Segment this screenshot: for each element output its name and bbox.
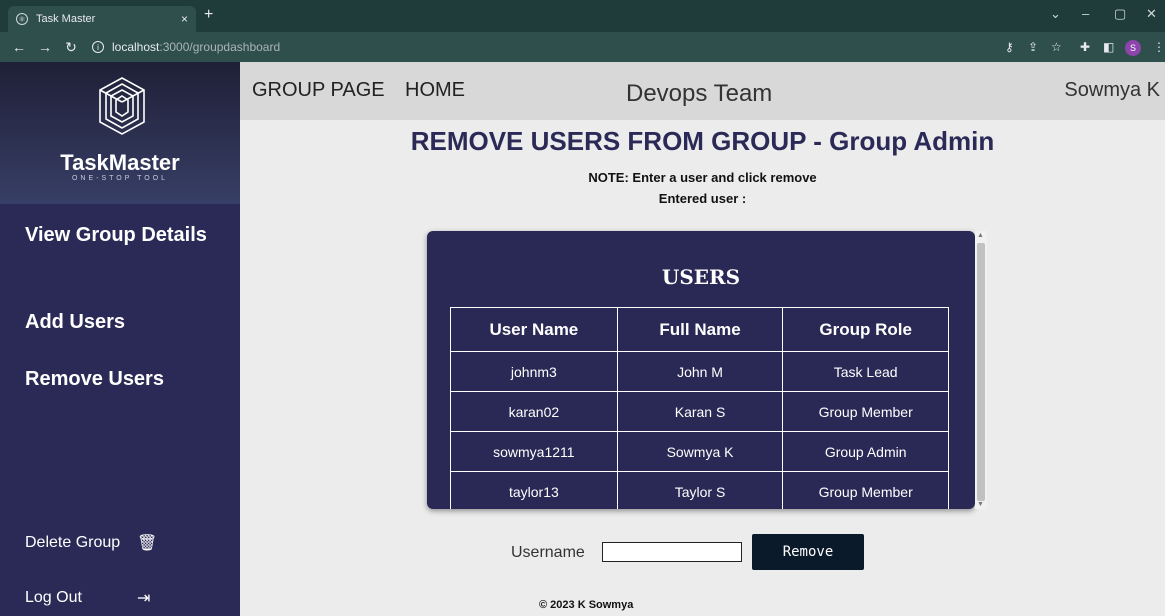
nav-group-page[interactable]: GROUP PAGE — [252, 79, 385, 102]
taskmaster-logo-icon — [99, 77, 145, 135]
users-title: USERS — [661, 265, 741, 289]
forward-icon[interactable]: → — [38, 39, 52, 55]
side-panel-icon[interactable]: ◧ — [1103, 40, 1114, 54]
cell-full-name: Taylor S — [616, 471, 784, 509]
cell-full-name: John M — [616, 351, 784, 392]
cell-group-role: Group Admin — [782, 431, 949, 472]
sidebar-item-view-group-details[interactable]: View Group Details — [25, 223, 215, 247]
nav-home[interactable]: HOME — [405, 79, 465, 102]
panel-scrollbar[interactable]: ▲ ▼ — [975, 231, 987, 509]
sidebar: TaskMaster ONE-STOP TOOL View Group Deta… — [0, 62, 240, 616]
cell-user-name: karan02 — [450, 391, 618, 432]
new-tab-button[interactable]: + — [204, 6, 213, 24]
cell-group-role: Group Member — [782, 471, 949, 509]
trash-icon: 🗑 — [137, 535, 158, 552]
extensions-icon[interactable]: ✚ — [1080, 40, 1090, 54]
close-tab-icon[interactable]: × — [181, 12, 188, 26]
react-favicon-icon: ⚛ — [16, 13, 28, 25]
reload-icon[interactable]: ↻ — [64, 39, 78, 56]
logout-icon: ⇥ — [137, 590, 151, 607]
scroll-down-icon[interactable]: ▼ — [977, 501, 984, 508]
remove-button[interactable]: Remove — [752, 534, 864, 570]
table-header-row: User Name Full Name Group Role — [450, 307, 949, 352]
profile-avatar[interactable]: S — [1125, 40, 1141, 56]
table-row: sowmya1211 Sowmya K Group Admin — [450, 431, 949, 472]
restore-icon[interactable]: ▢ — [1114, 6, 1126, 22]
cell-user-name: sowmya1211 — [450, 431, 618, 472]
scroll-up-icon[interactable]: ▲ — [977, 232, 984, 239]
column-header-full-name: Full Name — [616, 307, 784, 352]
cell-group-role: Task Lead — [782, 351, 949, 392]
tab-search-icon[interactable]: ⌄ — [1050, 6, 1061, 22]
close-window-icon[interactable]: ✕ — [1146, 6, 1157, 22]
brand-name: TaskMaster — [60, 150, 180, 175]
brand-header: TaskMaster ONE-STOP TOOL — [0, 62, 240, 204]
scrollbar-thumb[interactable] — [977, 243, 985, 501]
entered-user-text: Entered user : — [658, 191, 747, 206]
menu-dots-icon[interactable]: ⋮ — [1153, 40, 1165, 54]
url-field[interactable]: i localhost:3000/groupdashboard — [92, 40, 280, 54]
table-row: karan02 Karan S Group Member — [450, 391, 949, 432]
delete-group-label: Delete Group — [25, 534, 121, 551]
cell-full-name: Sowmya K — [616, 431, 784, 472]
share-icon[interactable]: ⇪ — [1028, 40, 1038, 54]
column-header-user-name: User Name — [450, 307, 618, 352]
note-text: NOTE: Enter a user and click remove — [588, 170, 817, 185]
cell-group-role: Group Member — [782, 391, 949, 432]
key-icon[interactable]: ⚷ — [1005, 40, 1014, 54]
url-path: :3000/groupdashboard — [159, 40, 281, 54]
delete-group-link[interactable]: Delete Group 🗑 — [25, 534, 157, 552]
sidebar-item-remove-users[interactable]: Remove Users — [25, 367, 215, 391]
page-title: REMOVE USERS FROM GROUP - Group Admin — [410, 126, 995, 156]
site-info-icon[interactable]: i — [92, 41, 104, 53]
address-bar: ← → ↻ i localhost:3000/groupdashboard — [0, 32, 1165, 62]
cell-full-name: Karan S — [616, 391, 784, 432]
brand-tagline: ONE-STOP TOOL — [71, 175, 169, 182]
sidebar-item-add-users[interactable]: Add Users — [25, 310, 215, 334]
cell-user-name: taylor13 — [450, 471, 618, 509]
user-name: Sowmya K — [1064, 79, 1160, 101]
table-row: taylor13 Taylor S Group Member — [450, 471, 949, 509]
group-name: Devops Team — [626, 80, 773, 107]
users-panel: USERS User Name Full Name Group Role joh… — [427, 231, 975, 509]
tab-title: Task Master — [36, 13, 96, 25]
browser-tab[interactable]: ⚛ Task Master × — [8, 6, 196, 32]
back-icon[interactable]: ← — [12, 39, 26, 55]
username-label: Username — [511, 544, 585, 561]
bookmark-star-icon[interactable]: ☆ — [1051, 40, 1062, 54]
log-out-label: Log Out — [25, 589, 82, 606]
cell-user-name: johnm3 — [450, 351, 618, 392]
minimize-icon[interactable]: – — [1082, 6, 1089, 21]
footer-copyright: © 2023 K Sowmya — [539, 599, 634, 611]
username-input[interactable] — [602, 542, 742, 562]
column-header-group-role: Group Role — [782, 307, 949, 352]
browser-tab-bar: ⚛ Task Master × + ⌄ – ▢ ✕ — [0, 0, 1165, 32]
url-host: localhost — [112, 40, 160, 54]
log-out-link[interactable]: Log Out ⇥ — [25, 589, 150, 607]
users-table: User Name Full Name Group Role johnm3 Jo… — [450, 307, 949, 509]
table-row: johnm3 John M Task Lead — [450, 351, 949, 392]
top-nav: GROUP PAGE HOME Devops Team Sowmya K — [240, 62, 1165, 120]
